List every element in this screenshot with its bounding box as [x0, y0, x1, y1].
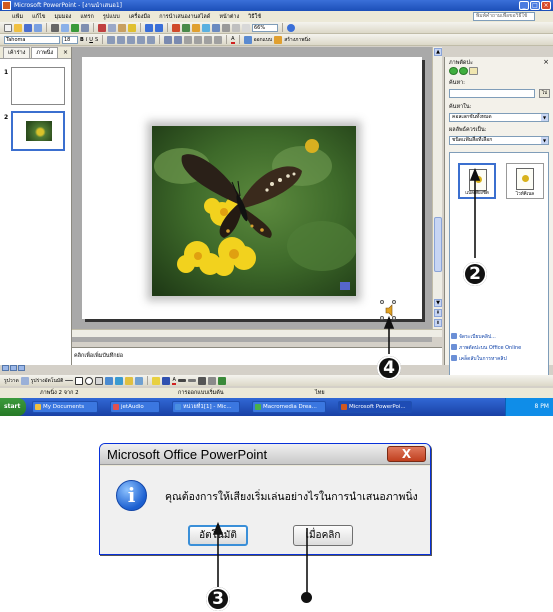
callout-step: 3: [206, 587, 230, 611]
arrow-to-clip-head: [469, 167, 481, 181]
callout-step: 2: [463, 262, 487, 286]
callout-step: 4: [377, 356, 401, 380]
arrow-to-auto-button-head: [212, 521, 224, 535]
annotation-arrows: [212, 167, 481, 594]
annotation-dot: [301, 592, 312, 603]
arrow-to-sound-icon-head: [383, 315, 395, 329]
screenshot-root: Microsoft PowerPoint - [งานนำเสนอ1] _ □ …: [0, 0, 553, 612]
